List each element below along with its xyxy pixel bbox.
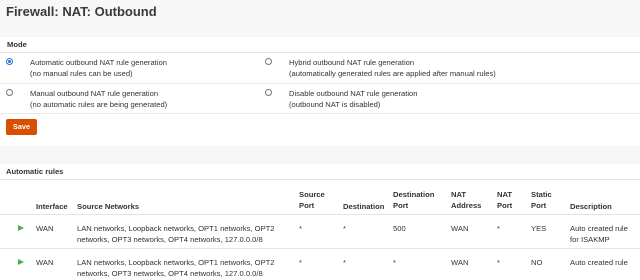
radio-unchecked-icon[interactable]	[6, 89, 13, 96]
column-label: Address	[451, 201, 482, 210]
cell-line: Auto created rule	[570, 224, 628, 233]
cell-description: Auto created rule	[570, 257, 628, 268]
page-title: Firewall: NAT: Outbound	[6, 4, 157, 19]
cell-interface: WAN	[36, 258, 54, 267]
mode-row: Automatic outbound NAT rule generation (…	[0, 53, 640, 83]
mode-heading: Mode	[0, 37, 640, 53]
radio-unchecked-icon[interactable]	[265, 58, 272, 65]
cell-destination-port: *	[393, 258, 396, 267]
cell-nat-address: WAN	[451, 258, 469, 267]
cell-line: for ISAKMP	[570, 235, 610, 244]
option-subtitle: (outbound NAT is disabled)	[289, 100, 381, 109]
cell-static-port: NO	[531, 258, 543, 267]
cell-line: networks, OPT3 networks, OPT4 networks, …	[77, 235, 263, 244]
cell-line: Auto created rule	[570, 258, 628, 267]
column-source-port[interactable]: Source Port	[299, 189, 325, 211]
column-label: Port	[299, 201, 315, 210]
table-row[interactable]: WAN LAN networks, Loopback networks, OPT…	[0, 248, 640, 280]
table-row[interactable]: WAN LAN networks, Loopback networks, OPT…	[0, 214, 640, 248]
column-label: Port	[497, 201, 513, 210]
save-area: Save	[0, 114, 640, 146]
cell-destination: *	[343, 258, 346, 267]
column-description[interactable]: Description	[570, 201, 612, 212]
column-label: NAT	[451, 190, 467, 199]
play-icon	[18, 225, 24, 231]
column-label: Port	[393, 201, 409, 210]
cell-line: LAN networks, Loopback networks, OPT1 ne…	[77, 258, 275, 267]
option-subtitle: (no automatic rules are being generated)	[30, 100, 168, 109]
mode-row: Manual outbound NAT rule generation (no …	[0, 83, 640, 114]
option-title: Hybrid outbound NAT rule generation	[289, 58, 415, 67]
column-nat-port[interactable]: NAT Port	[497, 189, 512, 211]
option-subtitle: (automatically generated rules are appli…	[289, 69, 496, 78]
column-static-port[interactable]: Static Port	[531, 189, 552, 211]
radio-unchecked-icon[interactable]	[265, 89, 272, 96]
column-nat-address[interactable]: NAT Address	[451, 189, 481, 211]
cell-description: Auto created rule for ISAKMP	[570, 223, 628, 245]
save-button[interactable]: Save	[6, 119, 37, 135]
option-title: Automatic outbound NAT rule generation	[30, 58, 167, 67]
column-destination[interactable]: Destination	[343, 201, 384, 212]
cell-line: networks, OPT3 networks, OPT4 networks, …	[77, 269, 263, 278]
cell-source-networks: LAN networks, Loopback networks, OPT1 ne…	[77, 223, 275, 245]
radio-checked-icon[interactable]	[6, 58, 13, 65]
column-destination-port[interactable]: Destination Port	[393, 189, 434, 211]
column-label: Source	[299, 190, 325, 199]
cell-interface: WAN	[36, 224, 54, 233]
column-source-networks[interactable]: Source Networks	[77, 201, 139, 212]
cell-static-port: YES	[531, 224, 547, 233]
cell-destination: *	[343, 224, 346, 233]
cell-source-networks: LAN networks, Loopback networks, OPT1 ne…	[77, 257, 275, 279]
rules-heading: Automatic rules	[0, 164, 640, 180]
column-label: Static	[531, 190, 552, 199]
option-title: Disable outbound NAT rule generation	[289, 89, 418, 98]
option-subtitle: (no manual rules can be used)	[30, 69, 133, 78]
option-title: Manual outbound NAT rule generation	[30, 89, 159, 98]
automatic-rules-panel: Automatic rules Interface Source Network…	[0, 164, 640, 280]
cell-source-port: *	[299, 258, 302, 267]
cell-destination-port: 500	[393, 224, 406, 233]
column-label: NAT	[497, 190, 513, 199]
cell-nat-port: *	[497, 258, 500, 267]
cell-source-port: *	[299, 224, 302, 233]
cell-nat-address: WAN	[451, 224, 469, 233]
column-interface[interactable]: Interface	[36, 201, 68, 212]
cell-nat-port: *	[497, 224, 500, 233]
cell-line: LAN networks, Loopback networks, OPT1 ne…	[77, 224, 275, 233]
mode-panel: Mode Automatic outbound NAT rule generat…	[0, 37, 640, 146]
column-label: Destination	[393, 190, 435, 199]
play-icon	[18, 259, 24, 265]
column-label: Port	[531, 201, 547, 210]
